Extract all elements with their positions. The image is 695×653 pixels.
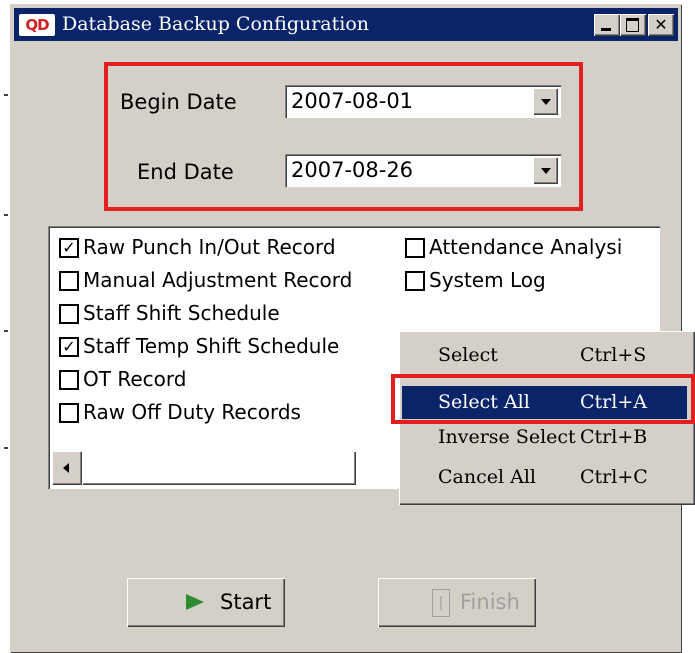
- play-icon: [186, 594, 204, 610]
- record-checkbox[interactable]: ✓: [59, 238, 79, 258]
- title-bar[interactable]: QD Database Backup Configuration ✕: [14, 8, 678, 41]
- horizontal-scrollbar[interactable]: [52, 451, 356, 485]
- edge-mark: [4, 447, 8, 449]
- menu-item-select[interactable]: Select Ctrl+S: [402, 339, 687, 372]
- record-checkbox[interactable]: ✓: [59, 337, 79, 357]
- exit-door-icon: |: [432, 589, 450, 617]
- window-title: Database Backup Configuration: [62, 13, 370, 35]
- select-all-highlight: [391, 374, 695, 424]
- record-label: Raw Punch In/Out Record: [83, 235, 336, 259]
- menu-item-label: Inverse Select: [438, 426, 576, 448]
- record-label: Raw Off Duty Records: [83, 400, 301, 424]
- menu-item-cancel-all[interactable]: Cancel All Ctrl+C: [402, 461, 687, 494]
- record-checkbox[interactable]: [405, 238, 425, 258]
- record-checkbox[interactable]: [59, 403, 79, 423]
- edge-mark: [4, 330, 8, 332]
- edge-mark: [4, 214, 8, 216]
- minimize-icon: [601, 28, 611, 31]
- check-mark-icon: ✓: [62, 238, 76, 257]
- maximize-icon: [626, 18, 639, 32]
- menu-item-shortcut: Ctrl+C: [580, 466, 648, 488]
- scroll-thumb[interactable]: [82, 451, 356, 485]
- record-label: System Log: [429, 268, 546, 292]
- close-icon: ✕: [654, 15, 668, 34]
- minimize-button[interactable]: [594, 14, 620, 36]
- finish-button-label: Finish: [460, 590, 520, 614]
- record-checkbox[interactable]: [59, 370, 79, 390]
- record-checkbox[interactable]: [405, 271, 425, 291]
- record-label: Staff Temp Shift Schedule: [83, 334, 340, 358]
- close-button[interactable]: ✕: [648, 14, 674, 36]
- date-range-highlight: [104, 62, 583, 211]
- menu-item-label: Cancel All: [438, 466, 536, 488]
- record-checkbox[interactable]: [59, 304, 79, 324]
- record-label: Manual Adjustment Record: [83, 268, 353, 292]
- app-icon: QD: [18, 13, 56, 37]
- menu-item-shortcut: Ctrl+S: [580, 344, 647, 366]
- record-checkbox[interactable]: [59, 271, 79, 291]
- maximize-button[interactable]: [620, 14, 646, 36]
- menu-item-label: Select: [438, 344, 498, 366]
- start-button-label: Start: [220, 590, 272, 614]
- finish-button[interactable]: | Finish: [378, 578, 536, 627]
- record-label: Attendance Analysi: [429, 235, 623, 259]
- check-mark-icon: ✓: [62, 337, 76, 356]
- menu-item-shortcut: Ctrl+B: [580, 426, 648, 448]
- start-button[interactable]: Start: [127, 578, 285, 627]
- record-label: Staff Shift Schedule: [83, 301, 280, 325]
- edge-mark: [4, 94, 8, 96]
- record-label: OT Record: [83, 367, 187, 391]
- menu-item-inverse-select[interactable]: Inverse Select Ctrl+B: [402, 421, 687, 454]
- scroll-left-arrow-icon[interactable]: [52, 451, 82, 485]
